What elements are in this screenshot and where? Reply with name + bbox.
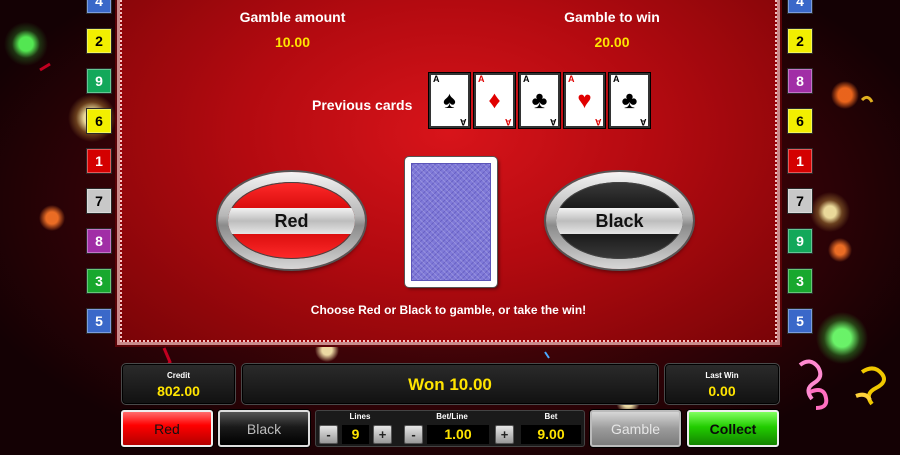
line-number-badge: 6 bbox=[787, 108, 813, 134]
credit-label: Credit bbox=[166, 371, 191, 380]
bet-per-line-decrease-button[interactable]: - bbox=[404, 425, 423, 444]
club-icon: ♣ bbox=[531, 87, 548, 114]
previous-cards-label: Previous cards bbox=[312, 97, 413, 113]
bet-per-line-increase-button[interactable]: + bbox=[495, 425, 514, 444]
line-number-badge: 7 bbox=[86, 188, 112, 214]
spade-icon: ♠ bbox=[443, 87, 456, 114]
card-rank: A bbox=[504, 117, 512, 127]
choose-red-button[interactable]: Red bbox=[218, 172, 365, 269]
line-number-badge: 7 bbox=[787, 188, 813, 214]
line-number-badge: 6 bbox=[86, 108, 112, 134]
bet-per-line-label: Bet/Line bbox=[436, 412, 468, 421]
line-number-badge: 1 bbox=[787, 148, 813, 174]
red-button-face: Red bbox=[228, 182, 355, 259]
previous-card: A ♥ A bbox=[564, 73, 605, 128]
black-button[interactable]: Black bbox=[218, 410, 310, 447]
gamble-to-win-value: 20.00 bbox=[594, 34, 630, 50]
card-rank: A bbox=[523, 74, 530, 84]
bet-label: Bet bbox=[544, 412, 558, 421]
line-number-badge: 9 bbox=[787, 228, 813, 254]
last-win-display: Last Win 0.00 bbox=[664, 363, 780, 405]
line-number-badge: 1 bbox=[86, 148, 112, 174]
line-number-badge: 9 bbox=[86, 68, 112, 94]
line-number-badge: 4 bbox=[787, 0, 813, 14]
previous-card: A ♠ A bbox=[429, 73, 470, 128]
previous-card: A ♦ A bbox=[474, 73, 515, 128]
last-win-label: Last Win bbox=[705, 371, 739, 380]
collect-button[interactable]: Collect bbox=[687, 410, 779, 447]
black-button-face: Black bbox=[556, 182, 683, 259]
card-rank: A bbox=[459, 117, 467, 127]
card-rank: A bbox=[433, 74, 440, 84]
choose-black-label: Black bbox=[556, 208, 683, 234]
card-back bbox=[411, 163, 491, 281]
right-line-numbers: 4 2 8 6 1 7 9 3 5 bbox=[787, 0, 813, 348]
lines-label: Lines bbox=[349, 412, 371, 421]
heart-icon: ♥ bbox=[577, 87, 592, 114]
line-number-badge: 8 bbox=[86, 228, 112, 254]
previous-card: A ♣ A bbox=[519, 73, 560, 128]
line-number-badge: 3 bbox=[86, 268, 112, 294]
previous-card: A ♣ A bbox=[609, 73, 650, 128]
lines-decrease-button[interactable]: - bbox=[319, 425, 338, 444]
last-win-value: 0.00 bbox=[708, 383, 736, 399]
card-rank: A bbox=[639, 117, 647, 127]
left-line-numbers: 4 2 9 6 1 7 8 3 5 bbox=[86, 0, 112, 348]
lines-increase-button[interactable]: + bbox=[373, 425, 392, 444]
line-number-badge: 4 bbox=[86, 0, 112, 14]
bet-per-line-value: 1.00 bbox=[427, 425, 489, 444]
club-icon: ♣ bbox=[621, 87, 638, 114]
diamond-icon: ♦ bbox=[488, 87, 501, 114]
message-display: Won 10.00 bbox=[241, 363, 659, 405]
lines-value: 9 bbox=[342, 425, 369, 444]
line-number-badge: 2 bbox=[787, 28, 813, 54]
choose-red-label: Red bbox=[228, 208, 355, 234]
gamble-hint-text: Choose Red or Black to gamble, or take t… bbox=[310, 303, 587, 317]
line-number-badge: 5 bbox=[86, 308, 112, 334]
gamble-to-win-block: Gamble to win 20.00 bbox=[552, 9, 672, 50]
previous-cards-row: A ♠ A A ♦ A A ♣ A A ♥ A A ♣ A bbox=[429, 73, 650, 128]
choose-black-button[interactable]: Black bbox=[546, 172, 693, 269]
face-down-card bbox=[405, 157, 497, 287]
gamble-panel: Gamble amount 10.00 Gamble to win 20.00 … bbox=[117, 0, 780, 345]
credit-value: 802.00 bbox=[157, 383, 200, 399]
line-number-badge: 3 bbox=[787, 268, 813, 294]
gamble-amount-block: Gamble amount 10.00 bbox=[225, 9, 360, 50]
line-number-badge: 2 bbox=[86, 28, 112, 54]
card-rank: A bbox=[549, 117, 557, 127]
card-rank: A bbox=[613, 74, 620, 84]
credit-display: Credit 802.00 bbox=[121, 363, 236, 405]
red-button[interactable]: Red bbox=[121, 410, 213, 447]
line-number-badge: 8 bbox=[787, 68, 813, 94]
bet-value: 9.00 bbox=[521, 425, 581, 444]
card-rank: A bbox=[568, 74, 575, 84]
bet-controls: Lines - 9 + Bet/Line - 1.00 + Bet 9.00 bbox=[315, 410, 585, 447]
gamble-amount-value: 10.00 bbox=[274, 34, 311, 50]
gamble-to-win-label: Gamble to win bbox=[564, 9, 660, 25]
line-number-badge: 5 bbox=[787, 308, 813, 334]
card-rank: A bbox=[478, 74, 485, 84]
win-message: Won 10.00 bbox=[408, 375, 492, 394]
gamble-button[interactable]: Gamble bbox=[590, 410, 681, 447]
gamble-amount-label: Gamble amount bbox=[239, 9, 346, 25]
card-rank: A bbox=[594, 117, 602, 127]
